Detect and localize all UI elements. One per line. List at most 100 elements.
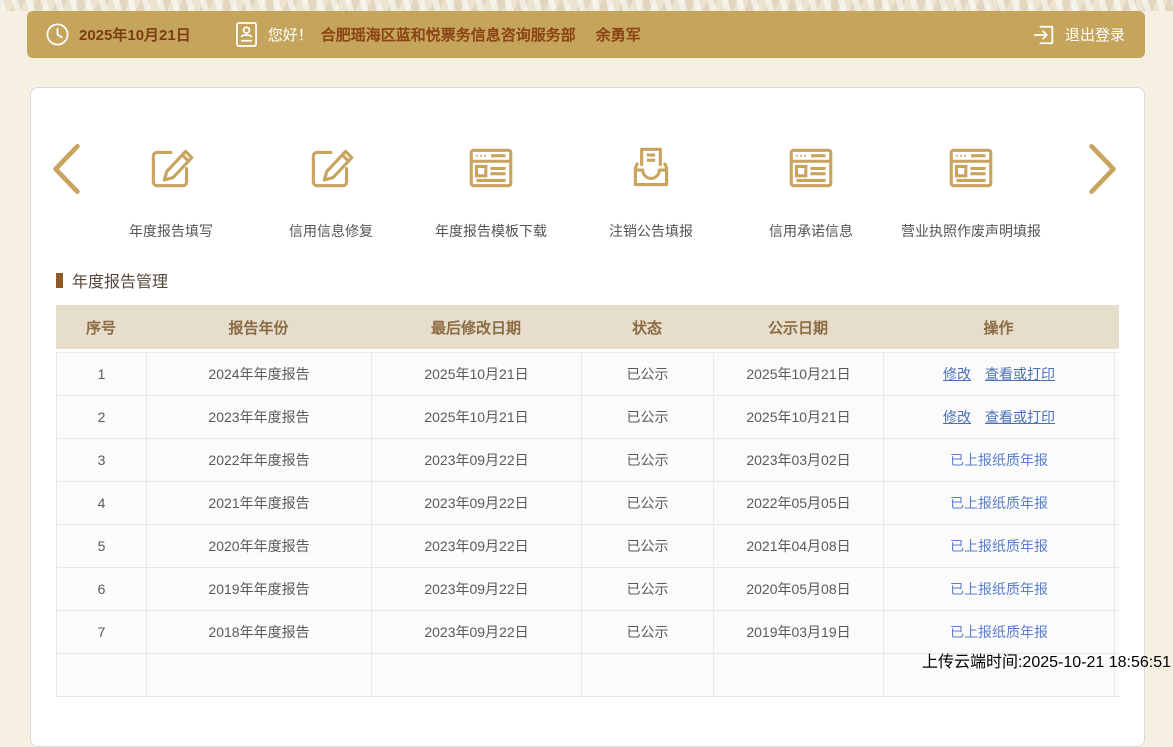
section-bullet (56, 273, 63, 288)
cell-actions: 修改查看或打印 (884, 353, 1115, 395)
cell-publish-date: 2022年05月05日 (714, 482, 884, 524)
action-link[interactable]: 查看或打印 (985, 407, 1055, 427)
carousel-item-1[interactable]: 年度报告填写 (91, 140, 251, 241)
cell-status: 已公示 (582, 482, 714, 524)
annual-report-table: 序号报告年份最后修改日期状态公示日期操作 12024年年度报告2025年10月2… (56, 305, 1119, 697)
cell-report-year: 2024年年度报告 (147, 353, 372, 395)
topbar: 2025年10月21日 您好！ 合肥瑶海区蓝和悦票务信息咨询服务部 余勇军 退出… (27, 11, 1145, 58)
carousel-item-2[interactable]: 信用信息修复 (251, 140, 411, 241)
cell-last-modified-date: 2025年10月21日 (372, 353, 582, 395)
cell-report-year: 2021年年度报告 (147, 482, 372, 524)
greeting-text: 您好！ (268, 24, 313, 45)
user-name: 余勇军 (596, 24, 641, 45)
column-header: 状态 (581, 305, 713, 349)
cell-empty (372, 654, 582, 696)
cell-index: 4 (57, 482, 147, 524)
inbox-icon (624, 140, 678, 196)
carousel-item-label: 年度报告填写 (129, 221, 213, 241)
template-icon (784, 140, 838, 196)
top-pattern-banner (0, 0, 1173, 11)
cell-status: 已公示 (582, 611, 714, 653)
logout-button[interactable]: 退出登录 (1032, 23, 1125, 47)
cell-status: 已公示 (582, 353, 714, 395)
column-header: 公示日期 (713, 305, 883, 349)
table-row: 52020年年度报告2023年09月22日已公示2021年04月08日已上报纸质… (57, 525, 1119, 568)
table-header-row: 序号报告年份最后修改日期状态公示日期操作 (56, 305, 1119, 349)
template-icon (464, 140, 518, 196)
logout-icon (1032, 23, 1056, 47)
cell-empty (147, 654, 372, 696)
company-name: 合肥瑶海区蓝和悦票务信息咨询服务部 (321, 24, 576, 45)
cell-actions: 修改查看或打印 (884, 396, 1115, 438)
action-link[interactable]: 修改 (943, 407, 971, 427)
cell-empty (57, 654, 147, 696)
table-row: 12024年年度报告2025年10月21日已公示2025年10月21日修改查看或… (57, 353, 1119, 396)
section-header: 年度报告管理 (56, 268, 1144, 292)
cell-actions: 已上报纸质年报 (884, 568, 1115, 610)
cell-empty (714, 654, 884, 696)
action-text[interactable]: 已上报纸质年报 (950, 579, 1048, 599)
clock-icon (45, 22, 70, 47)
cell-publish-date: 2019年03月19日 (714, 611, 884, 653)
cell-index: 3 (57, 439, 147, 481)
cell-last-modified-date: 2023年09月22日 (372, 611, 582, 653)
cell-status: 已公示 (582, 568, 714, 610)
cell-status: 已公示 (582, 439, 714, 481)
cell-report-year: 2020年年度报告 (147, 525, 372, 567)
cell-actions: 已上报纸质年报 (884, 439, 1115, 481)
action-text[interactable]: 已上报纸质年报 (950, 493, 1048, 513)
cell-report-year: 2023年年度报告 (147, 396, 372, 438)
cell-last-modified-date: 2025年10月21日 (372, 396, 582, 438)
carousel-prev-button[interactable] (41, 140, 91, 198)
carousel-item-label: 注销公告填报 (609, 221, 693, 241)
carousel-item-5[interactable]: 信用承诺信息 (731, 140, 891, 241)
section-title: 年度报告管理 (72, 268, 168, 292)
cell-publish-date: 2025年10月21日 (714, 353, 884, 395)
carousel-item-label: 年度报告模板下载 (435, 221, 547, 241)
cell-actions: 已上报纸质年报 (884, 482, 1115, 524)
cell-index: 6 (57, 568, 147, 610)
cell-report-year: 2018年年度报告 (147, 611, 372, 653)
column-header: 报告年份 (146, 305, 371, 349)
table-row: 62019年年度报告2023年09月22日已公示2020年05月08日已上报纸质… (57, 568, 1119, 611)
table-body: 12024年年度报告2025年10月21日已公示2025年10月21日修改查看或… (56, 352, 1119, 697)
cell-index: 1 (57, 353, 147, 395)
carousel-item-3[interactable]: 年度报告模板下载 (411, 140, 571, 241)
column-header: 序号 (56, 305, 146, 349)
user-badge-icon (235, 21, 258, 48)
cell-index: 2 (57, 396, 147, 438)
action-text[interactable]: 已上报纸质年报 (950, 536, 1048, 556)
cell-last-modified-date: 2023年09月22日 (372, 568, 582, 610)
cell-report-year: 2022年年度报告 (147, 439, 372, 481)
template-icon (944, 140, 998, 196)
feature-carousel: 年度报告填写 信用信息修复 年度报告模板下载 (31, 88, 1144, 241)
cell-last-modified-date: 2023年09月22日 (372, 439, 582, 481)
action-text[interactable]: 已上报纸质年报 (950, 450, 1048, 470)
action-link[interactable]: 修改 (943, 364, 971, 384)
carousel-item-label: 信用承诺信息 (769, 221, 853, 241)
cell-publish-date: 2021年04月08日 (714, 525, 884, 567)
table-row: 42021年年度报告2023年09月22日已公示2022年05月05日 已上报纸质… (57, 482, 1119, 525)
carousel-item-4[interactable]: 注销公告填报 (571, 140, 731, 241)
carousel-items: 年度报告填写 信用信息修复 年度报告模板下载 (91, 140, 1051, 241)
cell-last-modified-date: 2023年09月22日 (372, 482, 582, 524)
column-header: 操作 (883, 305, 1114, 349)
edit-icon (144, 140, 198, 196)
table-row: 32022年年度报告2023年09月22日已公示2023年03月02日已上报纸质… (57, 439, 1119, 482)
action-text[interactable]: 已上报纸质年报 (950, 622, 1048, 642)
cell-publish-date: 2025年10月21日 (714, 396, 884, 438)
carousel-item-label: 营业执照作废声明填报 (901, 221, 1041, 241)
logout-label: 退出登录 (1065, 24, 1125, 45)
carousel-item-label: 信用信息修复 (289, 221, 373, 241)
cell-last-modified-date: 2023年09月22日 (372, 525, 582, 567)
upload-time-watermark: 上传云端时间:2025-10-21 18:56:51 (922, 648, 1171, 672)
action-link[interactable]: 查看或打印 (985, 364, 1055, 384)
cell-empty (582, 654, 714, 696)
cell-actions: 已上报纸质年报 (884, 611, 1115, 653)
carousel-next-button[interactable] (1078, 140, 1128, 198)
cell-status: 已公示 (582, 396, 714, 438)
carousel-item-6[interactable]: 营业执照作废声明填报 (891, 140, 1051, 241)
edit-icon (304, 140, 358, 196)
table-row: 22023年年度报告2025年10月21日已公示2025年10月21日修改查看或… (57, 396, 1119, 439)
cell-index: 5 (57, 525, 147, 567)
